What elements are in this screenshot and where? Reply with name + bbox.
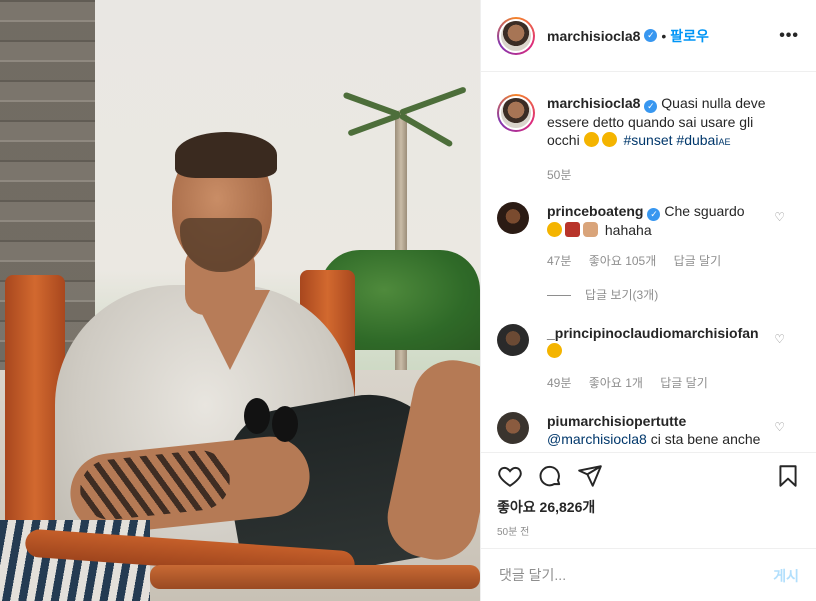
wink-tongue-emoji-icon [583,132,599,147]
comment-time: 49분 [547,376,572,390]
post-photo[interactable] [0,0,480,601]
add-comment-section: 게시 [481,548,816,601]
chair-frame [150,565,480,589]
comment-likes[interactable]: 좋아요 105개 [589,254,657,268]
caption-username[interactable]: marchisiocla8 [547,95,640,111]
comment-text-block: piumarchisiopertutte @marchisiocla8 ci s… [547,412,777,448]
comments-list[interactable]: marchisiocla8 ✓ Quasi nulla deve essere d… [481,72,816,452]
verified-badge-icon: ✓ [644,100,658,113]
caption-avatar[interactable] [497,94,535,132]
comment-username[interactable]: _principinoclaudiomarchisiofan [547,325,759,341]
comment-text-2: hahaha [604,222,652,238]
post-sidebar: marchisiocla8 ✓ • 팔로우 ••• marchisiocla8 ✓… [480,0,816,601]
comment-like-heart-icon[interactable]: ♡ [774,420,785,434]
action-bar: 좋아요 26,826개 50분 전 [481,452,816,549]
hashtag-dubai[interactable]: #dubaiAE [676,132,730,148]
comment-icon[interactable] [537,463,563,489]
comment-text: ci sta bene anche [650,431,761,447]
more-options-icon[interactable]: ••• [779,27,799,45]
instagram-post: marchisiocla8 ✓ • 팔로우 ••• marchisiocla8 ✓… [0,0,816,601]
verified-badge-icon: ✓ [644,29,658,42]
view-replies-button[interactable]: 답글 보기(3개) [547,286,658,303]
verified-badge-icon: ✓ [647,208,661,221]
tongue-emoji-icon [601,132,617,147]
follow-button[interactable]: 팔로우 [670,26,709,46]
likes-count[interactable]: 좋아요 26,826개 [497,497,595,517]
star-eyes-emoji-icon [547,222,562,237]
comment-time: 47분 [547,254,572,268]
commenter-avatar[interactable] [497,412,529,444]
comment-input[interactable] [497,566,741,584]
comment-username[interactable]: piumarchisiopertutte [547,413,686,429]
comment-meta: 49분 좋아요 1개 답글 달기 [547,374,722,391]
comment-like-heart-icon[interactable]: ♡ [774,332,785,346]
comment-meta: 47분 좋아요 105개 답글 달기 [547,252,735,269]
comment-likes[interactable]: 좋아요 1개 [589,376,643,390]
post-header: marchisiocla8 ✓ • 팔로우 ••• [481,0,816,72]
comment-item: princeboateng ✓ Che sguardo hahaha ♡ 47분 … [497,202,801,302]
avatar[interactable] [497,16,535,55]
flexed-bicep-emoji-icon [583,222,598,237]
heart-icon[interactable] [497,463,523,489]
header-username[interactable]: marchisiocla8 [547,28,640,44]
comment-username[interactable]: princeboateng [547,203,643,219]
comment-mention[interactable]: @marchisiocla8 [547,431,647,447]
comment-text-block: princeboateng ✓ Che sguardo hahaha [547,202,777,239]
post-comment-button[interactable]: 게시 [773,566,799,586]
commenter-avatar[interactable] [497,202,529,234]
comment-reply-button[interactable]: 답글 달기 [660,376,708,390]
person-chest [190,290,270,370]
fire-emoji-icon [565,222,580,237]
caption-time: 50분 [547,168,572,182]
commenter-avatar[interactable] [497,324,529,356]
share-icon[interactable] [577,463,603,489]
sunglasses [242,380,302,444]
post-time[interactable]: 50분 전 [497,523,529,538]
caption-text-block: marchisiocla8 ✓ Quasi nulla deve essere d… [547,94,777,151]
caption: marchisiocla8 ✓ Quasi nulla deve essere d… [497,94,801,184]
comment-item: piumarchisiopertutte @marchisiocla8 ci s… [497,412,801,452]
comment-text-block: _principinoclaudiomarchisiofan [547,324,777,360]
header-separator: • [661,27,667,44]
comment-item: _principinoclaudiomarchisiofan ♡ 49분 좋아요… [497,324,801,404]
person-hair [175,132,277,178]
comment-reply-button[interactable]: 답글 달기 [674,254,722,268]
hashtag-sunset[interactable]: #sunset [623,132,672,148]
comment-text: Che sguardo [664,203,745,219]
bookmark-icon[interactable] [775,463,801,489]
comment-like-heart-icon[interactable]: ♡ [774,210,785,224]
grinning-emoji-icon [547,343,562,358]
